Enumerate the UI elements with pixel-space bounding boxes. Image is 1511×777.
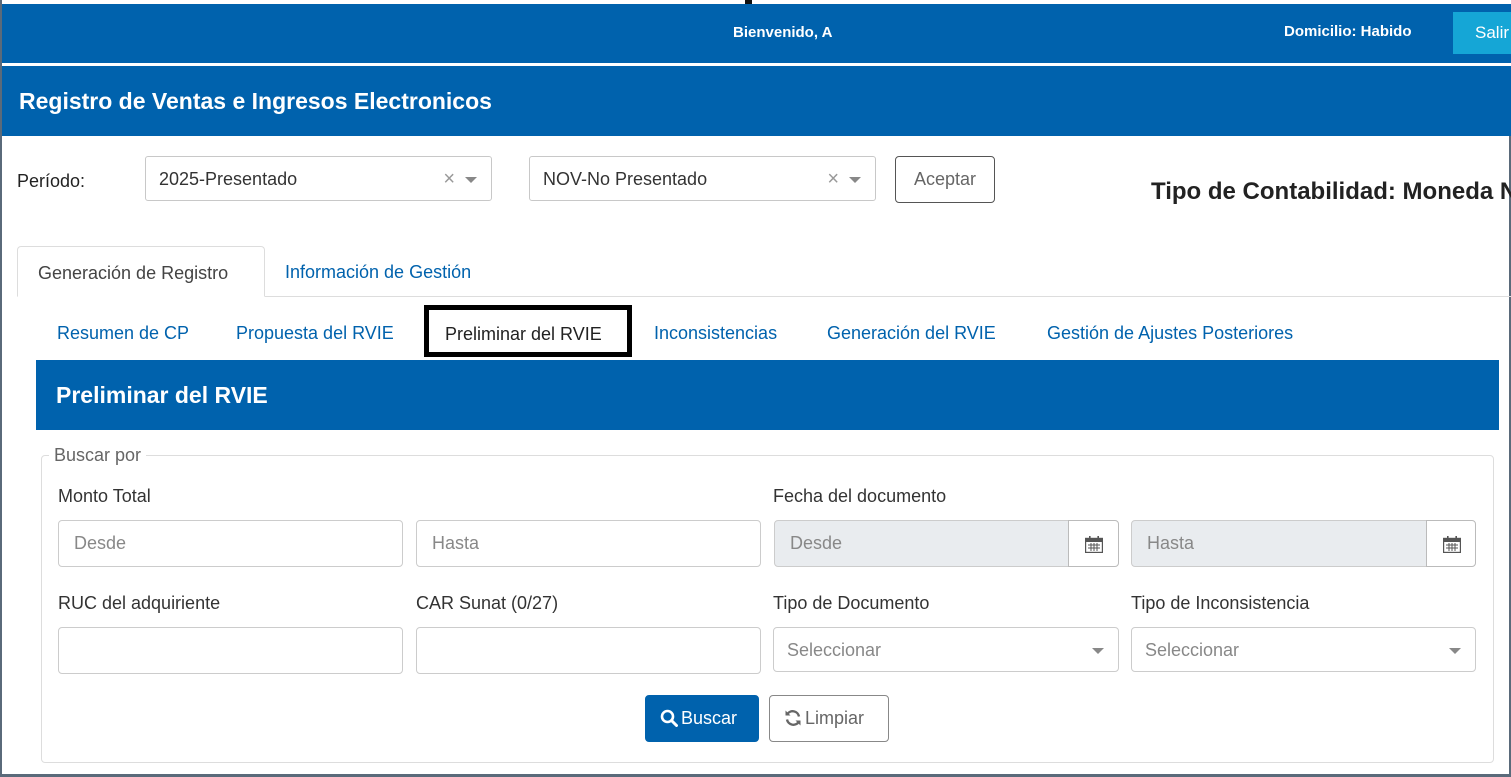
ruc-input[interactable] — [58, 627, 403, 674]
chevron-down-icon[interactable] — [465, 177, 477, 183]
tipo-inconsistencia-label: Tipo de Inconsistencia — [1131, 593, 1310, 613]
fecha-hasta-calendar-button[interactable] — [1426, 520, 1476, 567]
tipo-documento-placeholder: Seleccionar — [787, 640, 882, 660]
app-title: Registro de Ventas e Ingresos Electronic… — [19, 88, 492, 114]
car-sunat-label: CAR Sunat (0/27) — [416, 593, 559, 613]
chevron-down-icon[interactable] — [1092, 648, 1104, 654]
tab-informacion-gestion[interactable]: Información de Gestión — [265, 246, 491, 297]
tab-generacion-registro[interactable]: Generación de Registro — [17, 246, 265, 297]
period-year-value: 2025-Presentado — [159, 169, 298, 189]
calendar-icon — [1085, 536, 1103, 553]
monto-desde-input[interactable] — [58, 520, 403, 567]
fecha-desde-input[interactable] — [774, 520, 1069, 567]
search-button[interactable]: Buscar — [645, 695, 759, 742]
logout-button[interactable]: Salir — [1453, 12, 1511, 54]
chevron-down-icon[interactable] — [1449, 648, 1461, 654]
subtab-inconsistencias[interactable]: Inconsistencias — [654, 323, 777, 344]
top-header-bar: Bienvenido, A Domicilio: Habido Salir — [2, 4, 1511, 63]
ruc-label: RUC del adquiriente — [58, 593, 221, 613]
subtab-generacion-rvie[interactable]: Generación del RVIE — [827, 323, 996, 344]
chevron-down-icon[interactable] — [849, 177, 861, 183]
tipo-inconsistencia-select[interactable]: Seleccionar — [1131, 627, 1476, 672]
refresh-icon — [785, 710, 801, 726]
clear-button-label: Limpiar — [805, 708, 865, 728]
monto-hasta-input[interactable] — [416, 520, 761, 567]
calendar-icon — [1443, 536, 1461, 553]
clear-year-icon[interactable]: × — [443, 168, 455, 191]
accept-button[interactable]: Aceptar — [895, 156, 995, 203]
fecha-documento-label: Fecha del documento — [773, 486, 947, 506]
search-button-label: Buscar — [681, 708, 738, 728]
tipo-inconsistencia-placeholder: Seleccionar — [1145, 640, 1240, 660]
subtab-propuesta-rvie[interactable]: Propuesta del RVIE — [236, 323, 394, 344]
section-header: Preliminar del RVIE — [36, 360, 1499, 430]
subtab-gestion-ajustes[interactable]: Gestión de Ajustes Posteriores — [1047, 323, 1293, 344]
tipo-documento-select[interactable]: Seleccionar — [773, 627, 1119, 672]
fecha-hasta-input[interactable] — [1131, 520, 1427, 567]
app-title-bar: Registro de Ventas e Ingresos Electronic… — [2, 66, 1511, 136]
periodo-label: Período: — [17, 171, 86, 191]
clear-button[interactable]: Limpiar — [769, 695, 889, 742]
period-year-select[interactable]: 2025-Presentado × — [145, 156, 492, 201]
monto-total-label: Monto Total — [58, 486, 151, 506]
period-month-select[interactable]: NOV-No Presentado × — [529, 156, 876, 201]
car-sunat-input[interactable] — [416, 627, 761, 674]
section-title: Preliminar del RVIE — [56, 382, 268, 408]
tipo-contabilidad-label: Tipo de Contabilidad: Moneda N — [1151, 178, 1511, 205]
fecha-desde-calendar-button[interactable] — [1068, 520, 1119, 567]
welcome-text: Bienvenido, A — [733, 24, 833, 41]
search-icon — [660, 709, 678, 727]
subtab-resumen-cp[interactable]: Resumen de CP — [57, 323, 189, 344]
subtab-preliminar-rvie[interactable]: Preliminar del RVIE — [424, 305, 632, 357]
clear-month-icon[interactable]: × — [827, 168, 839, 191]
period-month-value: NOV-No Presentado — [543, 169, 708, 189]
search-legend: Buscar por — [49, 445, 147, 466]
domicilio-status: Domicilio: Habido — [1284, 23, 1412, 40]
tipo-documento-label: Tipo de Documento — [773, 593, 930, 613]
